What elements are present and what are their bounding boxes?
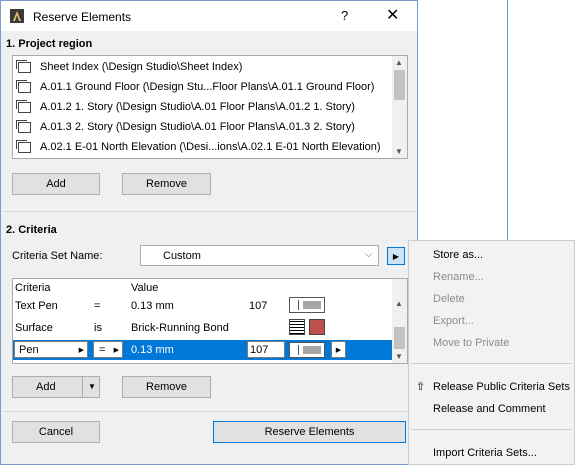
menu-item-export[interactable]: Export... bbox=[433, 315, 474, 327]
dialog-title: Reserve Elements bbox=[33, 10, 132, 24]
menu-item-rename[interactable]: Rename... bbox=[433, 271, 484, 283]
cancel-button[interactable]: Cancel bbox=[12, 421, 100, 443]
close-button[interactable]: ✕ bbox=[386, 5, 399, 25]
row-operator: is bbox=[94, 322, 102, 334]
add-criteria-button[interactable]: Add ▼ bbox=[12, 376, 100, 398]
release-upload-icon: ⇧ bbox=[416, 381, 426, 393]
menu-item-release-public-criteria-sets[interactable]: Release Public Criteria Sets bbox=[433, 381, 570, 393]
criteria-set-name-value: Custom bbox=[163, 249, 201, 262]
scroll-down-icon[interactable]: ▼ bbox=[395, 147, 403, 156]
section-divider bbox=[2, 211, 416, 212]
list-item[interactable]: A.01.1 Ground Floor (\Design Stu...Floor… bbox=[13, 77, 393, 97]
remove-criteria-button[interactable]: Remove bbox=[122, 376, 211, 398]
view-icon bbox=[16, 59, 31, 73]
criteria-set-name-label: Criteria Set Name: bbox=[12, 250, 103, 262]
menu-item-store-as[interactable]: Store as... bbox=[433, 249, 483, 261]
triangle-right-icon: ▶ bbox=[78, 346, 84, 354]
row-number: 107 bbox=[249, 300, 268, 312]
scroll-up-icon[interactable]: ▲ bbox=[395, 58, 403, 67]
triangle-right-icon: ▶ bbox=[392, 251, 400, 261]
table-row-selected[interactable]: Pen ▶ = ▶ 0.13 mm 107 ▶ bbox=[13, 340, 393, 360]
background-divider bbox=[507, 0, 508, 245]
pen-sample[interactable] bbox=[289, 342, 325, 358]
criteria-field-selector[interactable]: Pen ▶ bbox=[14, 341, 88, 358]
menu-item-move-to-private[interactable]: Move to Private bbox=[433, 337, 509, 349]
fill-pattern-swatch[interactable] bbox=[289, 319, 305, 335]
triangle-right-icon: ▶ bbox=[113, 346, 119, 354]
scroll-thumb[interactable] bbox=[394, 70, 405, 100]
vertical-scrollbar[interactable]: ▲ ▼ bbox=[392, 56, 407, 158]
view-icon bbox=[16, 79, 31, 93]
surface-color-swatch[interactable] bbox=[309, 319, 325, 335]
row-criteria: Text Pen bbox=[15, 300, 58, 312]
view-icon bbox=[16, 139, 31, 153]
reserve-elements-dialog: Reserve Elements ? ✕ 1. Project region S… bbox=[0, 0, 418, 465]
view-icon bbox=[16, 99, 31, 113]
chevron-down-icon[interactable]: ▼ bbox=[88, 382, 96, 391]
reserve-elements-button[interactable]: Reserve Elements bbox=[213, 421, 406, 443]
view-icon bbox=[16, 119, 31, 133]
criteria-heading: 2. Criteria bbox=[6, 224, 57, 236]
project-region-list[interactable]: Sheet Index (\Design Studio\Sheet Index)… bbox=[12, 55, 408, 159]
menu-item-import-criteria-sets[interactable]: Import Criteria Sets... bbox=[433, 447, 537, 459]
row-value: Brick-Running Bond bbox=[131, 322, 229, 334]
column-header-criteria: Criteria bbox=[15, 282, 51, 294]
footer-divider bbox=[2, 411, 416, 412]
scroll-down-icon[interactable]: ▼ bbox=[395, 352, 403, 361]
scroll-thumb[interactable] bbox=[394, 327, 405, 349]
title-bar: Reserve Elements ? ✕ bbox=[1, 1, 417, 31]
pen-picker-button[interactable]: ▶ bbox=[331, 341, 346, 358]
criteria-set-name-dropdown[interactable]: Custom ⌵ bbox=[140, 245, 379, 266]
operator-selector[interactable]: = ▶ bbox=[93, 341, 123, 358]
chevron-down-icon: ⌵ bbox=[365, 249, 372, 259]
row-value: 0.13 mm bbox=[131, 344, 174, 356]
vertical-scrollbar[interactable]: ▲ ▼ bbox=[392, 279, 407, 363]
remove-region-button[interactable]: Remove bbox=[122, 173, 211, 195]
menu-item-delete[interactable]: Delete bbox=[433, 293, 465, 305]
triangle-right-icon: ▶ bbox=[335, 346, 342, 354]
pen-sample[interactable] bbox=[289, 297, 325, 313]
archicad-app-icon bbox=[10, 9, 24, 23]
list-item[interactable]: Sheet Index (\Design Studio\Sheet Index) bbox=[13, 57, 393, 77]
column-header-value: Value bbox=[131, 282, 159, 294]
project-region-heading: 1. Project region bbox=[6, 38, 93, 50]
row-criteria: Surface bbox=[15, 322, 53, 334]
row-value: 0.13 mm bbox=[131, 300, 174, 312]
menu-separator bbox=[411, 363, 572, 364]
scroll-up-icon[interactable]: ▲ bbox=[395, 299, 403, 308]
list-item[interactable]: A.01.3 2. Story (\Design Studio\A.01 Flo… bbox=[13, 117, 393, 137]
add-region-button[interactable]: Add bbox=[12, 173, 100, 195]
criteria-set-menu-button[interactable]: ▶ bbox=[387, 247, 405, 265]
criteria-set-context-menu: Store as... Rename... Delete Export... M… bbox=[408, 240, 575, 465]
criteria-table[interactable]: Criteria Value Text Pen = 0.13 mm 107 Su… bbox=[12, 278, 408, 364]
menu-separator bbox=[411, 429, 572, 430]
pen-number-input[interactable]: 107 bbox=[247, 341, 285, 358]
menu-item-release-and-comment[interactable]: Release and Comment bbox=[433, 403, 546, 415]
help-button[interactable]: ? bbox=[341, 8, 348, 23]
row-operator: = bbox=[94, 300, 101, 312]
list-item[interactable]: A.02.1 E-01 North Elevation (\Desi...ion… bbox=[13, 137, 393, 157]
list-item[interactable]: A.01.2 1. Story (\Design Studio\A.01 Flo… bbox=[13, 97, 393, 117]
